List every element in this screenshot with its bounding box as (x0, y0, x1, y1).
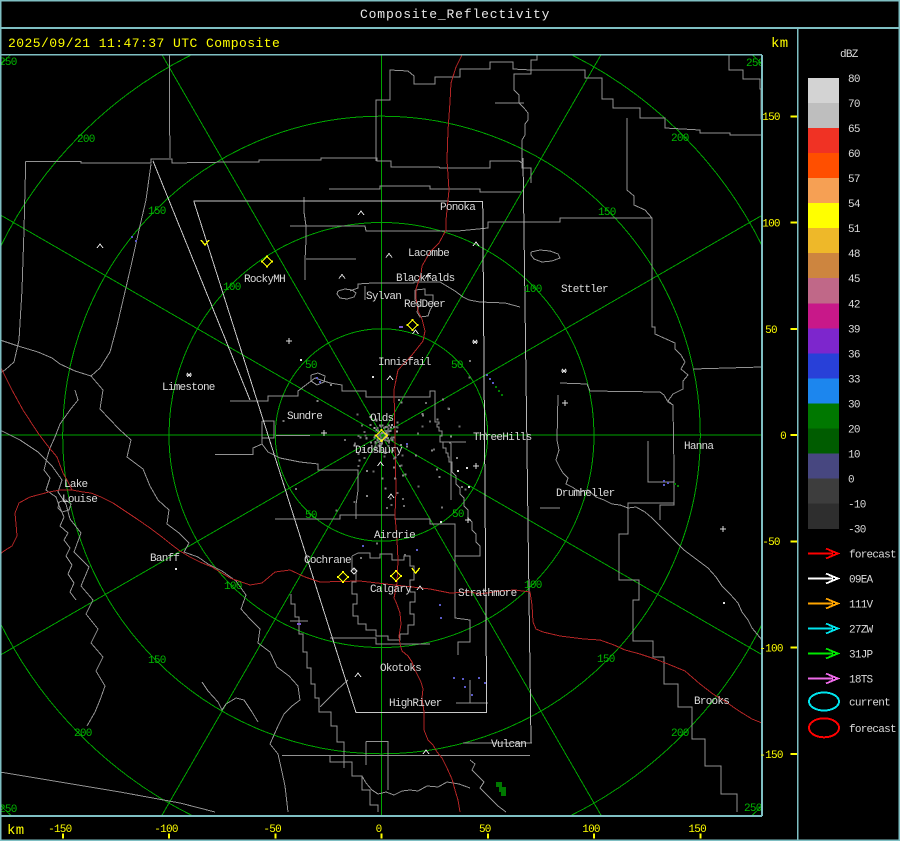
svg-text:50: 50 (305, 360, 317, 372)
svg-text:80: 80 (848, 74, 860, 86)
svg-text:57: 57 (848, 174, 860, 186)
svg-text:18TS: 18TS (849, 675, 874, 687)
svg-text:Brooks: Brooks (694, 696, 729, 708)
svg-text:65: 65 (848, 124, 860, 136)
svg-text:-50: -50 (762, 537, 780, 549)
svg-text:50: 50 (765, 325, 777, 337)
svg-text:Cochrane: Cochrane (304, 555, 351, 567)
svg-text:200: 200 (74, 728, 92, 740)
svg-text:45: 45 (848, 274, 860, 286)
svg-text:100: 100 (524, 284, 542, 296)
svg-text:111V: 111V (849, 600, 874, 612)
svg-text:-30: -30 (848, 525, 866, 537)
svg-text:30: 30 (848, 399, 860, 411)
svg-text:50: 50 (451, 360, 463, 372)
svg-text:Composite_Reflectivity: Composite_Reflectivity (360, 7, 550, 22)
svg-text:60: 60 (848, 149, 860, 161)
svg-text:Innisfail: Innisfail (378, 357, 431, 369)
svg-text:RedDeer: RedDeer (404, 299, 445, 311)
svg-text:42: 42 (848, 299, 860, 311)
svg-text:10: 10 (848, 450, 860, 462)
svg-text:31JP: 31JP (849, 650, 874, 662)
svg-text:150: 150 (148, 206, 166, 218)
svg-text:Ponoka: Ponoka (440, 202, 476, 214)
svg-text:Vulcan: Vulcan (491, 739, 526, 751)
svg-text:250: 250 (0, 804, 17, 816)
svg-text:Olds: Olds (370, 413, 394, 425)
svg-text:RockyMH: RockyMH (244, 274, 285, 286)
svg-text:20: 20 (848, 424, 860, 436)
svg-text:100: 100 (224, 581, 242, 593)
svg-text:Didsbury: Didsbury (355, 445, 403, 457)
svg-text:09EA: 09EA (849, 575, 874, 587)
svg-text:Airdrie: Airdrie (374, 530, 415, 542)
svg-text:50: 50 (479, 824, 491, 836)
svg-text:250: 250 (0, 57, 17, 69)
svg-text:250: 250 (744, 803, 762, 815)
svg-text:-50: -50 (263, 824, 281, 836)
svg-text:2025/09/21 11:47:37 UTC Compos: 2025/09/21 11:47:37 UTC Composite (8, 36, 280, 51)
svg-text:0: 0 (848, 475, 854, 487)
svg-text:Sundre: Sundre (287, 411, 322, 423)
svg-text:200: 200 (77, 134, 95, 146)
svg-text:150: 150 (762, 112, 780, 124)
svg-text:Calgary: Calgary (370, 584, 412, 596)
svg-text:150: 150 (148, 655, 166, 667)
svg-text:HighRiver: HighRiver (389, 698, 442, 710)
svg-text:Lacombe: Lacombe (408, 248, 449, 260)
svg-text:Stettler: Stettler (561, 284, 608, 296)
svg-text:100: 100 (223, 282, 241, 294)
svg-text:70: 70 (848, 99, 860, 111)
svg-text:Limestone: Limestone (162, 382, 215, 394)
svg-text:-100: -100 (759, 644, 783, 656)
svg-text:km: km (771, 36, 789, 52)
svg-text:200: 200 (671, 728, 689, 740)
svg-text:current: current (849, 698, 890, 710)
svg-text:100: 100 (524, 580, 542, 592)
svg-text:36: 36 (848, 349, 860, 361)
svg-text:27ZW: 27ZW (849, 625, 874, 637)
svg-text:48: 48 (848, 249, 860, 261)
svg-text:-150: -150 (48, 824, 72, 836)
svg-text:forecast: forecast (849, 550, 896, 562)
svg-text:200: 200 (671, 133, 689, 145)
svg-text:0: 0 (780, 431, 786, 443)
svg-text:Louise: Louise (62, 494, 97, 506)
svg-text:33: 33 (848, 374, 860, 386)
svg-text:Hanna: Hanna (684, 441, 714, 453)
svg-text:dBZ: dBZ (840, 49, 859, 61)
svg-text:39: 39 (848, 324, 860, 336)
svg-text:51: 51 (848, 224, 861, 236)
svg-text:150: 150 (688, 824, 706, 836)
svg-text:-150: -150 (759, 750, 783, 762)
svg-text:50: 50 (452, 509, 464, 521)
svg-text:Blackfalds: Blackfalds (396, 273, 455, 285)
svg-text:Okotoks: Okotoks (380, 663, 421, 675)
svg-text:-10: -10 (848, 500, 866, 512)
svg-text:54: 54 (848, 199, 861, 211)
svg-text:Banff: Banff (150, 553, 179, 565)
svg-text:150: 150 (597, 654, 615, 666)
svg-text:100: 100 (582, 824, 600, 836)
svg-text:km: km (7, 823, 25, 839)
svg-text:ThreeHills: ThreeHills (473, 432, 532, 444)
svg-text:Sylvan: Sylvan (366, 291, 401, 303)
svg-text:Lake: Lake (64, 479, 88, 491)
svg-text:150: 150 (598, 207, 616, 219)
svg-text:Strathmore: Strathmore (458, 588, 517, 600)
svg-text:forecast: forecast (849, 724, 896, 736)
svg-text:Drumheller: Drumheller (556, 488, 615, 500)
svg-text:0: 0 (376, 824, 382, 836)
svg-text:50: 50 (305, 510, 317, 522)
svg-text:100: 100 (762, 219, 780, 231)
svg-text:-100: -100 (154, 824, 178, 836)
